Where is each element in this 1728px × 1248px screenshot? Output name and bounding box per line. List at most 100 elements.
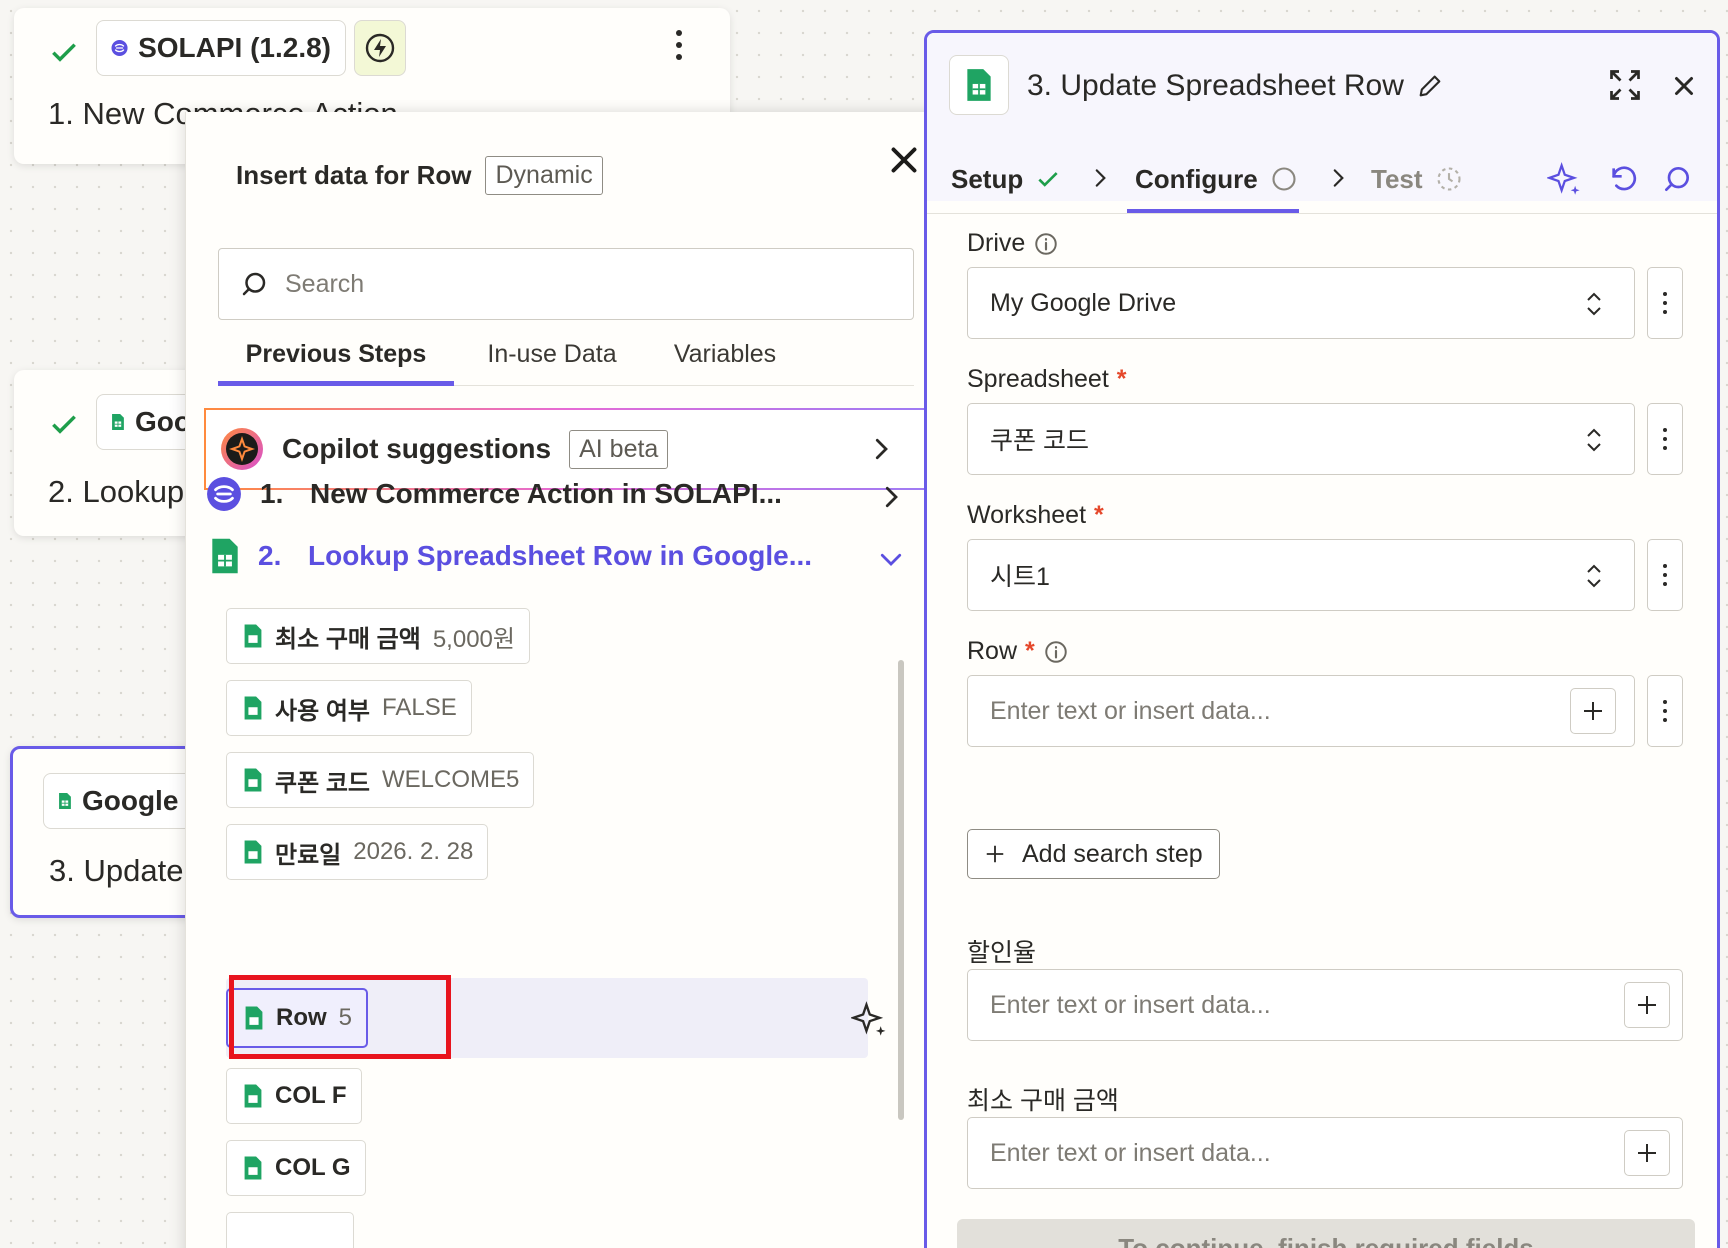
- app-chip-solapi: SOLAPI (1.2.8): [96, 20, 346, 76]
- required-asterisk: *: [1025, 637, 1035, 665]
- expand-icon[interactable]: [1607, 67, 1643, 103]
- search-input[interactable]: [285, 269, 845, 299]
- data-item-partial[interactable]: [226, 1212, 354, 1248]
- tab-setup-label: Setup: [951, 163, 1024, 194]
- insert-data-button[interactable]: [1570, 688, 1616, 734]
- drive-select[interactable]: My Google Drive: [967, 267, 1635, 339]
- row-label: Row *: [967, 637, 1069, 666]
- highlight-box: [229, 975, 451, 1059]
- data-item-key: COL F: [275, 1082, 347, 1109]
- updown-arrows-icon: [1587, 292, 1601, 316]
- data-item[interactable]: COL F: [226, 1068, 362, 1124]
- worksheet-options-button[interactable]: [1647, 539, 1683, 611]
- field-label-text: Spreadsheet: [967, 365, 1109, 393]
- data-item[interactable]: 최소 구매 금액 5,000원: [226, 608, 530, 664]
- mode-tag[interactable]: Dynamic: [485, 156, 603, 195]
- solapi-logo-icon: [207, 477, 241, 511]
- panel-app-logo: [949, 55, 1009, 115]
- plus-icon: [986, 845, 1004, 863]
- tab-configure-label: Configure: [1135, 163, 1258, 194]
- info-icon[interactable]: [1043, 639, 1069, 665]
- copilot-sparkle-icon: [221, 428, 263, 470]
- discount-label: 할인율: [967, 933, 1036, 969]
- search-icon[interactable]: [1661, 163, 1693, 195]
- tab-configure[interactable]: Configure: [1135, 153, 1298, 205]
- tab-test[interactable]: Test: [1371, 153, 1463, 205]
- undo-icon[interactable]: [1607, 163, 1639, 195]
- bolt-icon: [365, 33, 395, 63]
- pencil-icon[interactable]: [1416, 72, 1444, 100]
- continue-button[interactable]: To continue, finish required fields: [957, 1219, 1695, 1248]
- field-label-text: Row: [967, 637, 1018, 665]
- google-sheets-icon: [244, 1156, 262, 1180]
- drive-options-button[interactable]: [1647, 267, 1683, 339]
- check-icon: [52, 415, 76, 434]
- google-sheets-icon: [244, 1084, 262, 1108]
- chevron-right-icon: [1095, 169, 1106, 187]
- close-icon[interactable]: [886, 142, 922, 178]
- tab-in-use-data[interactable]: In-use Data: [454, 336, 650, 386]
- previous-step-2[interactable]: 2. Lookup Spreadsheet Row in Google...: [210, 536, 850, 576]
- popover-tabs: Previous Steps In-use Data Variables: [218, 336, 914, 386]
- min-purchase-input[interactable]: Enter text or insert data...: [967, 1117, 1683, 1189]
- tab-previous-steps[interactable]: Previous Steps: [218, 336, 454, 386]
- chevron-right-icon: [875, 438, 888, 460]
- google-sheets-icon: [112, 413, 124, 431]
- google-sheets-icon: [244, 768, 262, 792]
- search-icon: [242, 272, 266, 296]
- scrollbar[interactable]: [898, 660, 904, 1120]
- card-menu-button[interactable]: [676, 30, 682, 60]
- panel-title-text: 3. Update Spreadsheet Row: [1027, 69, 1404, 102]
- chevron-right-icon[interactable]: [876, 482, 906, 512]
- updown-arrows-icon: [1587, 428, 1601, 452]
- search-field[interactable]: [218, 248, 914, 320]
- sparkle-icon[interactable]: [851, 1000, 889, 1038]
- insert-data-button[interactable]: [1624, 1130, 1670, 1176]
- data-item-value: WELCOME5: [382, 766, 520, 793]
- min-purchase-label: 최소 구매 금액: [967, 1081, 1119, 1117]
- copilot-label: Copilot suggestions: [282, 433, 552, 464]
- row-input[interactable]: Enter text or insert data...: [967, 675, 1635, 747]
- info-icon[interactable]: [1033, 231, 1059, 257]
- check-icon: [52, 43, 76, 62]
- panel-title: 3. Update Spreadsheet Row: [1027, 69, 1444, 103]
- spreadsheet-value: 쿠폰 코드: [990, 427, 1089, 455]
- google-sheets-icon: [244, 840, 262, 864]
- previous-step-1[interactable]: 1. New Commerce Action in SOLAPI...: [206, 476, 846, 512]
- insert-data-button[interactable]: [1624, 982, 1670, 1028]
- plus-icon: [1638, 1144, 1656, 1162]
- worksheet-label: Worksheet *: [967, 501, 1104, 530]
- data-item[interactable]: COL G: [226, 1140, 366, 1196]
- tab-variables[interactable]: Variables: [650, 336, 800, 386]
- google-sheets-icon: [244, 696, 262, 720]
- data-item[interactable]: 만료일 2026. 2. 28: [226, 824, 489, 880]
- field-label-text: Worksheet: [967, 501, 1087, 529]
- row-placeholder: Enter text or insert data...: [990, 696, 1271, 725]
- data-item-key: 만료일: [275, 841, 342, 869]
- plus-icon: [1584, 702, 1602, 720]
- data-item[interactable]: 사용 여부 FALSE: [226, 680, 472, 736]
- google-sheets-icon: [212, 538, 238, 574]
- tab-setup[interactable]: Setup: [951, 153, 1061, 205]
- chevron-right-icon: [1333, 169, 1344, 187]
- divider: [927, 213, 1717, 214]
- discount-input[interactable]: Enter text or insert data...: [967, 969, 1683, 1041]
- data-item-key: 사용 여부: [275, 697, 370, 725]
- close-icon[interactable]: [1669, 71, 1699, 101]
- pending-circle-icon: [1272, 167, 1296, 191]
- worksheet-select[interactable]: 시트1: [967, 539, 1635, 611]
- panel-tabs: Setup Configure Test: [927, 153, 1717, 203]
- sparkle-icon[interactable]: [1547, 161, 1583, 197]
- drive-value: My Google Drive: [990, 288, 1177, 317]
- data-item-value: FALSE: [382, 694, 457, 721]
- spreadsheet-select[interactable]: 쿠폰 코드: [967, 403, 1635, 475]
- discount-placeholder: Enter text or insert data...: [990, 990, 1271, 1019]
- worksheet-value: 시트1: [990, 563, 1050, 591]
- row-options-button[interactable]: [1647, 675, 1683, 747]
- spreadsheet-options-button[interactable]: [1647, 403, 1683, 475]
- chevron-down-icon[interactable]: [876, 544, 906, 574]
- step-label: Lookup Spreadsheet Row in Google...: [308, 540, 813, 571]
- add-search-step-button[interactable]: Add search step: [967, 829, 1220, 879]
- data-item[interactable]: 쿠폰 코드 WELCOME5: [226, 752, 535, 808]
- field-label-text: 최소 구매 금액: [967, 1087, 1119, 1115]
